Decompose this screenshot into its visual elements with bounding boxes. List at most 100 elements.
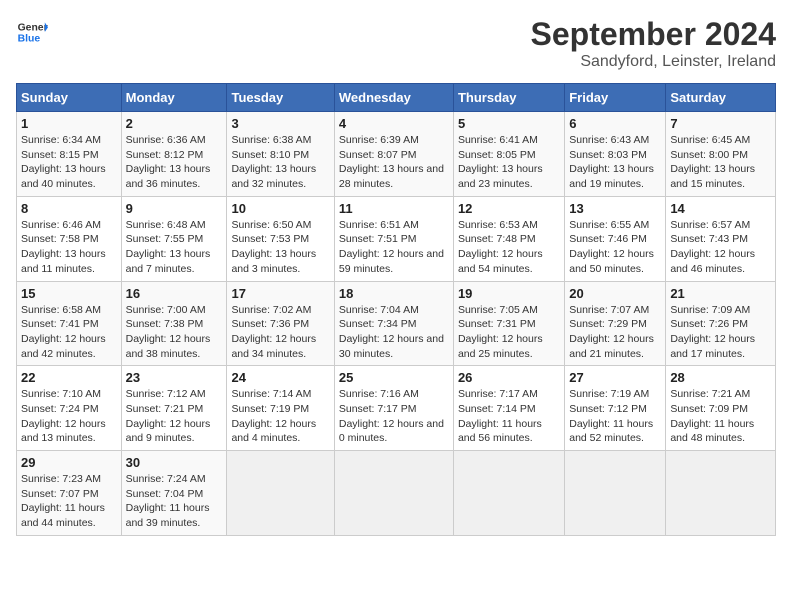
day-number: 30: [126, 455, 223, 470]
calendar-cell: 9 Sunrise: 6:48 AMSunset: 7:55 PMDayligh…: [121, 196, 227, 281]
day-info: Sunrise: 7:10 AMSunset: 7:24 PMDaylight:…: [21, 387, 117, 446]
day-number: 25: [339, 370, 449, 385]
day-number: 10: [231, 201, 329, 216]
day-number: 24: [231, 370, 329, 385]
day-info: Sunrise: 6:57 AMSunset: 7:43 PMDaylight:…: [670, 218, 771, 277]
calendar-cell: 17 Sunrise: 7:02 AMSunset: 7:36 PMDaylig…: [227, 281, 334, 366]
day-number: 5: [458, 116, 560, 131]
day-info: Sunrise: 6:46 AMSunset: 7:58 PMDaylight:…: [21, 218, 117, 277]
calendar-cell: [453, 451, 564, 536]
week-row-4: 22 Sunrise: 7:10 AMSunset: 7:24 PMDaylig…: [17, 366, 776, 451]
day-info: Sunrise: 6:48 AMSunset: 7:55 PMDaylight:…: [126, 218, 223, 277]
week-row-5: 29 Sunrise: 7:23 AMSunset: 7:07 PMDaylig…: [17, 451, 776, 536]
day-number: 23: [126, 370, 223, 385]
calendar-table: SundayMondayTuesdayWednesdayThursdayFrid…: [16, 83, 776, 536]
calendar-cell: 10 Sunrise: 6:50 AMSunset: 7:53 PMDaylig…: [227, 196, 334, 281]
day-number: 20: [569, 286, 661, 301]
calendar-cell: 28 Sunrise: 7:21 AMSunset: 7:09 PMDaylig…: [666, 366, 776, 451]
day-info: Sunrise: 6:55 AMSunset: 7:46 PMDaylight:…: [569, 218, 661, 277]
day-number: 18: [339, 286, 449, 301]
day-info: Sunrise: 7:05 AMSunset: 7:31 PMDaylight:…: [458, 303, 560, 362]
day-number: 1: [21, 116, 117, 131]
calendar-cell: 16 Sunrise: 7:00 AMSunset: 7:38 PMDaylig…: [121, 281, 227, 366]
day-info: Sunrise: 6:39 AMSunset: 8:07 PMDaylight:…: [339, 133, 449, 192]
col-header-monday: Monday: [121, 84, 227, 112]
calendar-cell: 11 Sunrise: 6:51 AMSunset: 7:51 PMDaylig…: [334, 196, 453, 281]
page-header: General Blue September 2024 Sandyford, L…: [16, 16, 776, 71]
day-number: 6: [569, 116, 661, 131]
calendar-cell: 4 Sunrise: 6:39 AMSunset: 8:07 PMDayligh…: [334, 112, 453, 197]
calendar-cell: 7 Sunrise: 6:45 AMSunset: 8:00 PMDayligh…: [666, 112, 776, 197]
day-info: Sunrise: 7:23 AMSunset: 7:07 PMDaylight:…: [21, 472, 117, 531]
day-info: Sunrise: 7:16 AMSunset: 7:17 PMDaylight:…: [339, 387, 449, 446]
day-info: Sunrise: 7:00 AMSunset: 7:38 PMDaylight:…: [126, 303, 223, 362]
calendar-cell: 5 Sunrise: 6:41 AMSunset: 8:05 PMDayligh…: [453, 112, 564, 197]
calendar-cell: [227, 451, 334, 536]
day-number: 15: [21, 286, 117, 301]
day-info: Sunrise: 7:12 AMSunset: 7:21 PMDaylight:…: [126, 387, 223, 446]
day-info: Sunrise: 7:07 AMSunset: 7:29 PMDaylight:…: [569, 303, 661, 362]
day-number: 21: [670, 286, 771, 301]
day-info: Sunrise: 7:09 AMSunset: 7:26 PMDaylight:…: [670, 303, 771, 362]
day-info: Sunrise: 6:36 AMSunset: 8:12 PMDaylight:…: [126, 133, 223, 192]
day-number: 11: [339, 201, 449, 216]
day-number: 27: [569, 370, 661, 385]
calendar-cell: 12 Sunrise: 6:53 AMSunset: 7:48 PMDaylig…: [453, 196, 564, 281]
day-info: Sunrise: 7:24 AMSunset: 7:04 PMDaylight:…: [126, 472, 223, 531]
calendar-cell: [565, 451, 666, 536]
calendar-cell: 27 Sunrise: 7:19 AMSunset: 7:12 PMDaylig…: [565, 366, 666, 451]
day-number: 28: [670, 370, 771, 385]
day-number: 7: [670, 116, 771, 131]
day-number: 12: [458, 201, 560, 216]
calendar-cell: 1 Sunrise: 6:34 AMSunset: 8:15 PMDayligh…: [17, 112, 122, 197]
day-info: Sunrise: 7:04 AMSunset: 7:34 PMDaylight:…: [339, 303, 449, 362]
col-header-thursday: Thursday: [453, 84, 564, 112]
week-row-2: 8 Sunrise: 6:46 AMSunset: 7:58 PMDayligh…: [17, 196, 776, 281]
day-info: Sunrise: 6:58 AMSunset: 7:41 PMDaylight:…: [21, 303, 117, 362]
day-info: Sunrise: 7:02 AMSunset: 7:36 PMDaylight:…: [231, 303, 329, 362]
day-info: Sunrise: 6:34 AMSunset: 8:15 PMDaylight:…: [21, 133, 117, 192]
day-info: Sunrise: 6:41 AMSunset: 8:05 PMDaylight:…: [458, 133, 560, 192]
day-number: 4: [339, 116, 449, 131]
day-info: Sunrise: 7:21 AMSunset: 7:09 PMDaylight:…: [670, 387, 771, 446]
day-info: Sunrise: 6:51 AMSunset: 7:51 PMDaylight:…: [339, 218, 449, 277]
day-number: 13: [569, 201, 661, 216]
calendar-cell: 30 Sunrise: 7:24 AMSunset: 7:04 PMDaylig…: [121, 451, 227, 536]
col-header-wednesday: Wednesday: [334, 84, 453, 112]
day-number: 22: [21, 370, 117, 385]
day-info: Sunrise: 7:14 AMSunset: 7:19 PMDaylight:…: [231, 387, 329, 446]
svg-text:General: General: [18, 22, 48, 33]
calendar-cell: 29 Sunrise: 7:23 AMSunset: 7:07 PMDaylig…: [17, 451, 122, 536]
calendar-cell: 21 Sunrise: 7:09 AMSunset: 7:26 PMDaylig…: [666, 281, 776, 366]
day-number: 26: [458, 370, 560, 385]
day-info: Sunrise: 6:50 AMSunset: 7:53 PMDaylight:…: [231, 218, 329, 277]
calendar-cell: 14 Sunrise: 6:57 AMSunset: 7:43 PMDaylig…: [666, 196, 776, 281]
day-number: 14: [670, 201, 771, 216]
header-row: SundayMondayTuesdayWednesdayThursdayFrid…: [17, 84, 776, 112]
title-block: September 2024 Sandyford, Leinster, Irel…: [531, 16, 776, 71]
day-number: 16: [126, 286, 223, 301]
calendar-cell: 2 Sunrise: 6:36 AMSunset: 8:12 PMDayligh…: [121, 112, 227, 197]
svg-text:Blue: Blue: [18, 34, 41, 45]
day-number: 17: [231, 286, 329, 301]
col-header-friday: Friday: [565, 84, 666, 112]
day-info: Sunrise: 6:45 AMSunset: 8:00 PMDaylight:…: [670, 133, 771, 192]
day-info: Sunrise: 6:38 AMSunset: 8:10 PMDaylight:…: [231, 133, 329, 192]
calendar-cell: 6 Sunrise: 6:43 AMSunset: 8:03 PMDayligh…: [565, 112, 666, 197]
day-number: 9: [126, 201, 223, 216]
day-number: 8: [21, 201, 117, 216]
day-number: 3: [231, 116, 329, 131]
week-row-3: 15 Sunrise: 6:58 AMSunset: 7:41 PMDaylig…: [17, 281, 776, 366]
calendar-cell: 22 Sunrise: 7:10 AMSunset: 7:24 PMDaylig…: [17, 366, 122, 451]
day-number: 19: [458, 286, 560, 301]
logo-icon: General Blue: [16, 16, 48, 48]
month-title: September 2024: [531, 16, 776, 53]
calendar-cell: 26 Sunrise: 7:17 AMSunset: 7:14 PMDaylig…: [453, 366, 564, 451]
calendar-cell: 20 Sunrise: 7:07 AMSunset: 7:29 PMDaylig…: [565, 281, 666, 366]
calendar-cell: [666, 451, 776, 536]
week-row-1: 1 Sunrise: 6:34 AMSunset: 8:15 PMDayligh…: [17, 112, 776, 197]
calendar-cell: 19 Sunrise: 7:05 AMSunset: 7:31 PMDaylig…: [453, 281, 564, 366]
col-header-saturday: Saturday: [666, 84, 776, 112]
day-info: Sunrise: 7:19 AMSunset: 7:12 PMDaylight:…: [569, 387, 661, 446]
col-header-tuesday: Tuesday: [227, 84, 334, 112]
